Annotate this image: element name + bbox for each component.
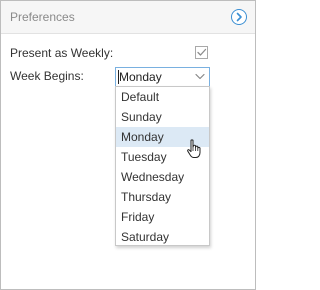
chevron-down-icon bbox=[195, 73, 205, 80]
checkmark-icon bbox=[197, 48, 207, 56]
dropdown-option-default[interactable]: Default bbox=[116, 87, 209, 107]
dropdown-option-sunday[interactable]: Sunday bbox=[116, 107, 209, 127]
dropdown-option-saturday[interactable]: Saturday bbox=[116, 227, 209, 247]
present-as-weekly-checkbox[interactable] bbox=[195, 46, 208, 59]
week-begins-select[interactable]: Monday bbox=[115, 67, 210, 87]
dropdown-option-thursday[interactable]: Thursday bbox=[116, 187, 209, 207]
dropdown-option-friday[interactable]: Friday bbox=[116, 207, 209, 227]
week-begins-value: Monday bbox=[119, 70, 162, 84]
preferences-panel: Preferences Present as Weekly: Week Begi… bbox=[0, 0, 256, 290]
week-begins-dropdown: Default Sunday Monday Tuesday Wednesday … bbox=[115, 86, 210, 246]
present-as-weekly-label: Present as Weekly: bbox=[10, 46, 114, 60]
panel-header: Preferences bbox=[1, 1, 255, 34]
week-begins-label: Week Begins: bbox=[10, 69, 84, 83]
hand-cursor-icon bbox=[187, 139, 201, 158]
dropdown-option-wednesday[interactable]: Wednesday bbox=[116, 167, 209, 187]
panel-title: Preferences bbox=[10, 10, 75, 24]
chevron-right-circle-icon[interactable] bbox=[231, 9, 247, 25]
